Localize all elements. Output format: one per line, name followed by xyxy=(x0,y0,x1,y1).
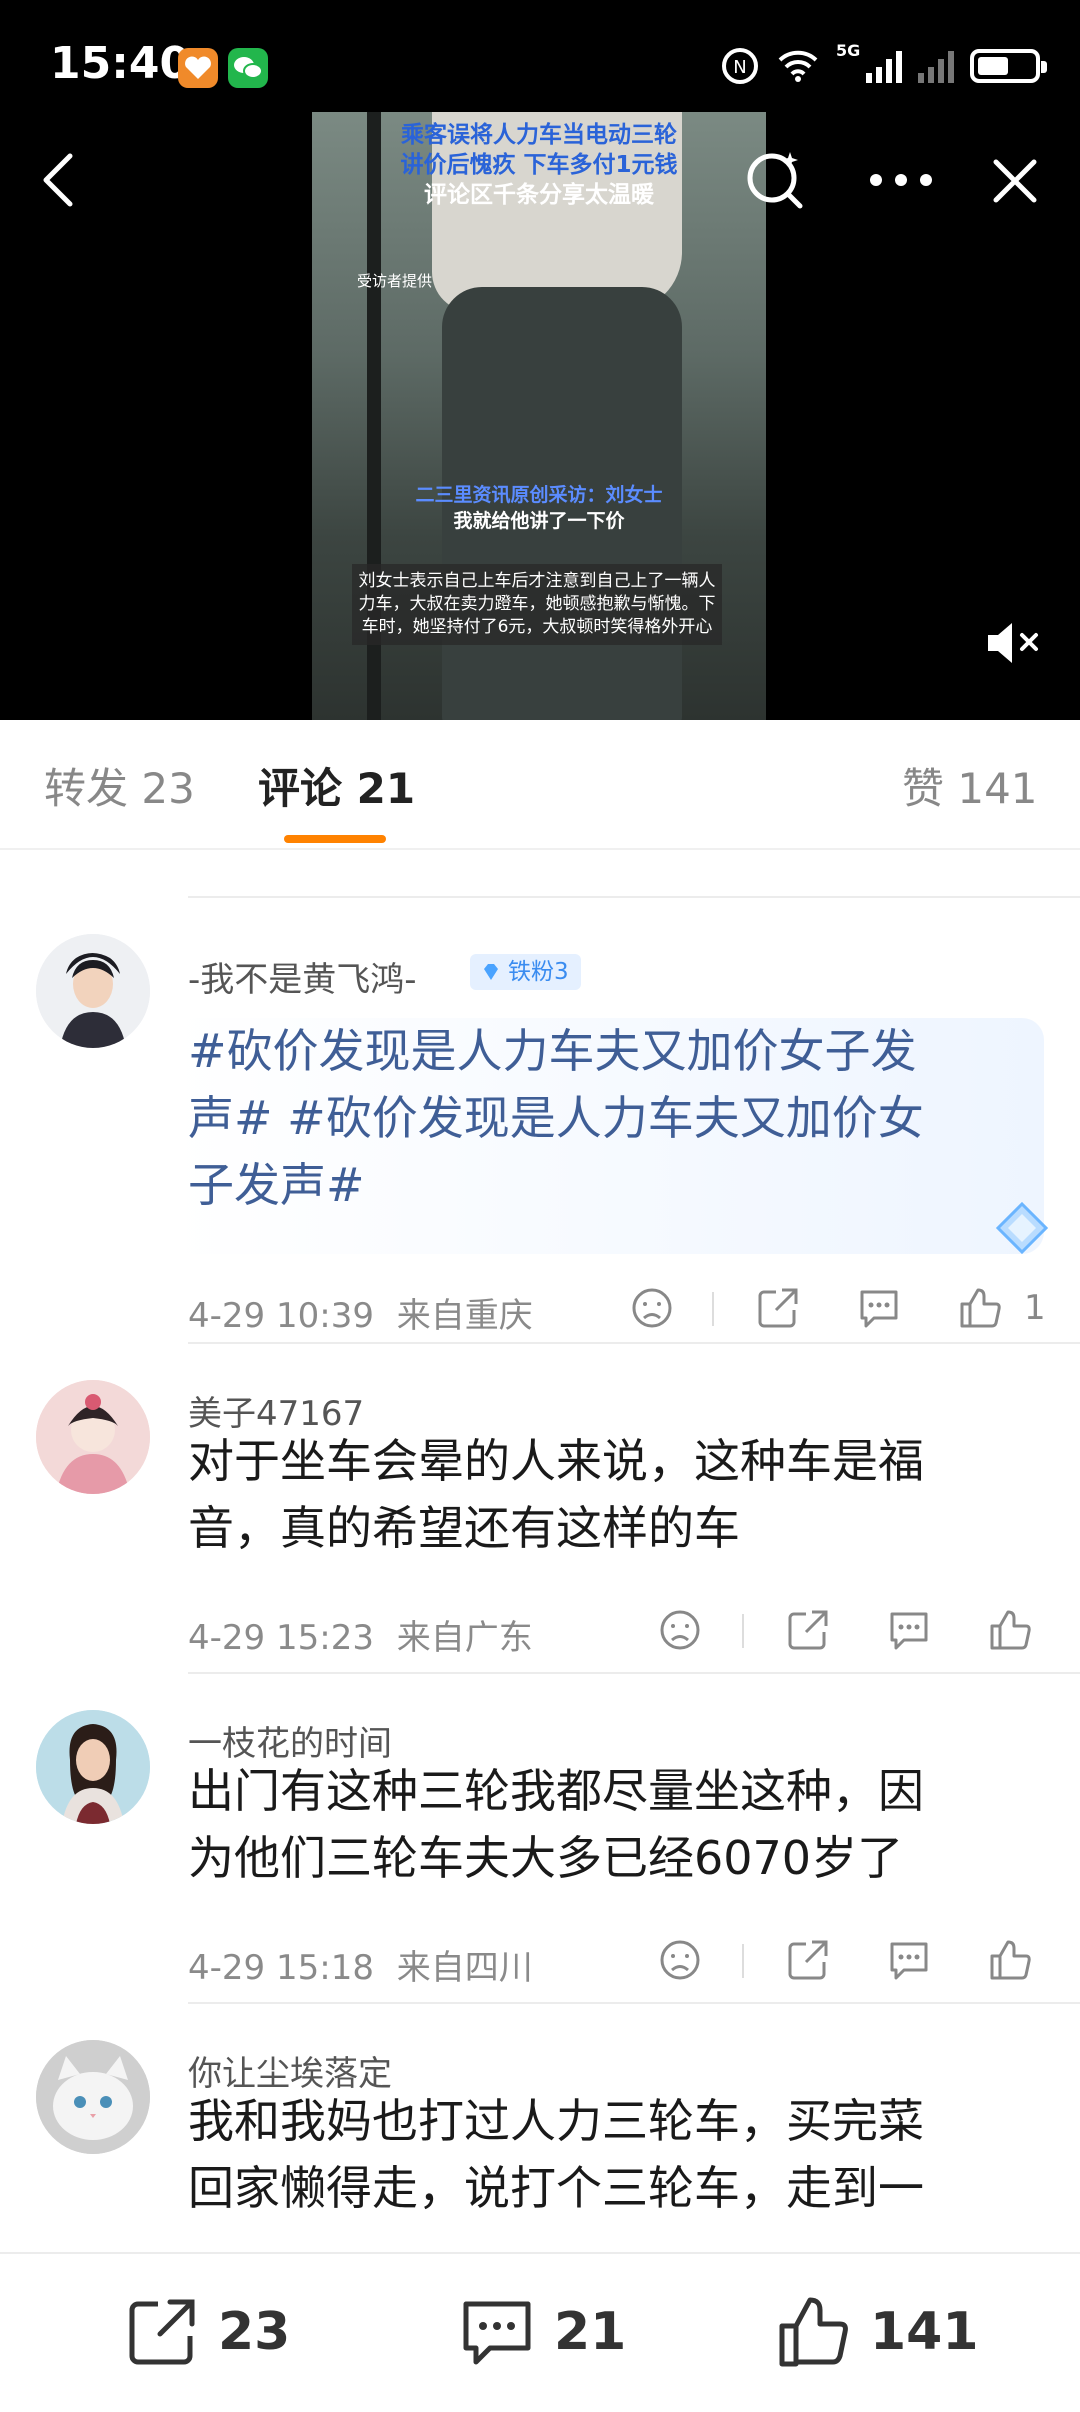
diamond-icon xyxy=(484,964,498,980)
video-title-line1: 乘客误将人力车当电动三轮 xyxy=(401,122,677,148)
back-arrow-icon[interactable] xyxy=(38,150,78,210)
comment-actions xyxy=(620,1938,1050,1988)
comment-meta: 4-29 15:23 来自广东 xyxy=(188,1610,533,1659)
mute-icon[interactable] xyxy=(984,618,1044,668)
notification-wechat-icon xyxy=(228,48,268,88)
more-icon[interactable] xyxy=(868,172,934,188)
bottom-comment-button[interactable]: 21 xyxy=(458,2294,626,2370)
video-title-line2: 讲价后愧疚 下车多付1元钱 xyxy=(400,152,678,178)
comment-actions: 1 xyxy=(620,1286,1050,1336)
action-separator xyxy=(712,1292,714,1326)
share-icon[interactable] xyxy=(756,1286,800,1330)
status-bar: 15:40 N 5G xyxy=(0,0,1080,130)
comment-text[interactable]: #砍价发现是人力车夫又加价女子发 声# #砍价发现是人力车夫又加价女 子发声# xyxy=(188,1018,1048,1219)
reply-icon[interactable] xyxy=(886,1938,932,1982)
close-icon[interactable] xyxy=(990,156,1040,206)
bottom-like-button[interactable]: 141 xyxy=(776,2294,979,2370)
avatar[interactable] xyxy=(36,934,150,1048)
comment-location: 来自广东 xyxy=(396,1618,533,1658)
comment-list[interactable]: -我不是黄飞鸿- 铁粉3 #砍价发现是人力车夫又加价女子发 声# #砍价发现是人… xyxy=(0,852,1080,2252)
video-frame[interactable]: 乘客误将人力车当电动三轮 讲价后愧疚 下车多付1元钱 评论区千条分享太温暖 受访… xyxy=(312,112,766,720)
action-separator xyxy=(742,1944,744,1978)
comment-time: 4-29 10:39 xyxy=(188,1296,374,1336)
reply-icon[interactable] xyxy=(886,1608,932,1652)
comment-username[interactable]: -我不是黄飞鸿- xyxy=(188,952,417,1001)
video-title-line3: 评论区千条分享太温暖 xyxy=(424,182,654,208)
tab-active-indicator xyxy=(284,835,386,843)
fan-badge-label: 铁粉3 xyxy=(508,959,569,985)
wifi-icon xyxy=(778,50,818,82)
reply-icon[interactable] xyxy=(856,1286,902,1330)
video-title-overlay: 乘客误将人力车当电动三轮 讲价后愧疚 下车多付1元钱 评论区千条分享太温暖 xyxy=(312,120,766,210)
video-caption-line1: 二三里资讯原创采访：刘女士 xyxy=(415,484,663,506)
cell-signal-5g-icon: 5G xyxy=(836,41,902,83)
status-time: 15:40 xyxy=(50,38,191,89)
notification-heart-icon xyxy=(178,48,218,88)
comment-text-line[interactable]: 我和我妈也打过人力三轮车，买完菜 xyxy=(188,2088,1048,2155)
tab-repost[interactable]: 转发 23 xyxy=(44,755,195,816)
comment-item: 美子47167 对于坐车会晕的人来说，这种车是福 音，真的希望还有这样的车 4-… xyxy=(0,1342,1080,1672)
comment-text-line[interactable]: 子发声# xyxy=(188,1152,1048,1219)
comment-item: 一枝花的时间 出门有这种三轮我都尽量坐这种，因 为他们三轮车夫大多已经6070岁… xyxy=(0,1672,1080,2002)
avatar[interactable] xyxy=(36,1710,150,1824)
comment-text-line[interactable]: 声# #砍价发现是人力车夫又加价女 xyxy=(188,1085,1048,1152)
tab-likes[interactable]: 赞 141 xyxy=(902,755,1038,816)
comment-location: 来自重庆 xyxy=(396,1296,533,1336)
comment-actions xyxy=(620,1608,1050,1658)
share-icon[interactable] xyxy=(786,1608,830,1652)
search-sparkle-icon[interactable] xyxy=(742,146,808,212)
video-player[interactable]: 15:40 N 5G 乘客误将人力车当电动三轮 讲价后愧疚 下车多付1元钱 评论… xyxy=(0,0,1080,720)
fan-badge: 铁粉3 xyxy=(470,954,581,990)
action-separator xyxy=(742,1614,744,1648)
bottom-action-bar: 23 21 141 xyxy=(0,2252,1080,2412)
repost-icon xyxy=(129,2299,195,2365)
comment-text-line[interactable]: 音，真的希望还有这样的车 xyxy=(188,1495,1048,1562)
repost-count: 23 xyxy=(218,2302,291,2362)
like-icon[interactable] xyxy=(988,1938,1032,1982)
thumbs-up-icon xyxy=(779,2297,848,2367)
comment-meta: 4-29 15:18 来自四川 xyxy=(188,1940,533,1989)
avatar[interactable] xyxy=(36,1380,150,1494)
comment-text-line[interactable]: 出门有这种三轮我都尽量坐这种，因 xyxy=(188,1758,1048,1825)
comment-text-line[interactable]: 对于坐车会晕的人来说，这种车是福 xyxy=(188,1428,1048,1495)
comment-text[interactable]: 对于坐车会晕的人来说，这种车是福 音，真的希望还有这样的车 xyxy=(188,1428,1048,1562)
share-icon[interactable] xyxy=(786,1938,830,1982)
comment-meta: 4-29 10:39 来自重庆 xyxy=(188,1288,533,1337)
comment-item: -我不是黄飞鸿- 铁粉3 #砍价发现是人力车夫又加价女子发 声# #砍价发现是人… xyxy=(0,896,1080,1336)
cell-signal-2-icon xyxy=(918,49,954,83)
comment-time: 4-29 15:18 xyxy=(188,1948,374,1988)
comment-text[interactable]: 出门有这种三轮我都尽量坐这种，因 为他们三轮车夫大多已经6070岁了 xyxy=(188,1758,1048,1892)
comment-icon xyxy=(463,2301,531,2365)
comment-text-line[interactable]: 回家懒得走，说打个三轮车，走到一 xyxy=(188,2155,1048,2222)
comment-text-line[interactable]: #砍价发现是人力车夫又加价女子发 xyxy=(188,1018,1048,1085)
diamond-decoration-icon xyxy=(995,1201,1049,1255)
like-count-total: 141 xyxy=(870,2302,979,2362)
bottom-repost-button[interactable]: 23 xyxy=(124,2294,290,2370)
dislike-icon[interactable] xyxy=(630,1286,674,1330)
svg-text:N: N xyxy=(733,57,746,78)
avatar[interactable] xyxy=(36,2040,150,2154)
comment-text[interactable]: 我和我妈也打过人力三轮车，买完菜 回家懒得走，说打个三轮车，走到一 xyxy=(188,2088,1048,2222)
dislike-icon[interactable] xyxy=(658,1608,702,1652)
comment-item: 你让尘埃落定 我和我妈也打过人力三轮车，买完菜 回家懒得走，说打个三轮车，走到一 xyxy=(0,2002,1080,2252)
comment-location: 来自四川 xyxy=(396,1948,533,1988)
battery-icon xyxy=(970,49,1047,83)
like-icon[interactable] xyxy=(958,1286,1002,1330)
like-icon[interactable] xyxy=(988,1608,1032,1652)
video-description: 刘女士表示自己上车后才注意到自己上了一辆人力车，大叔在卖力蹬车，她顿感抱歉与惭愧… xyxy=(352,564,722,645)
comment-text-line[interactable]: 为他们三轮车夫大多已经6070岁了 xyxy=(188,1825,1048,1892)
comment-count: 21 xyxy=(554,2302,627,2362)
like-count: 1 xyxy=(1024,1288,1046,1328)
tab-comments[interactable]: 评论 21 xyxy=(258,755,415,816)
dislike-icon[interactable] xyxy=(658,1938,702,1982)
comment-time: 4-29 15:23 xyxy=(188,1618,374,1658)
video-source-note: 受访者提供 xyxy=(357,272,433,290)
video-caption-line2: 我就给他讲了一下价 xyxy=(453,510,625,532)
status-icons: N 5G xyxy=(720,41,1047,88)
nfc-icon: N xyxy=(722,48,758,84)
